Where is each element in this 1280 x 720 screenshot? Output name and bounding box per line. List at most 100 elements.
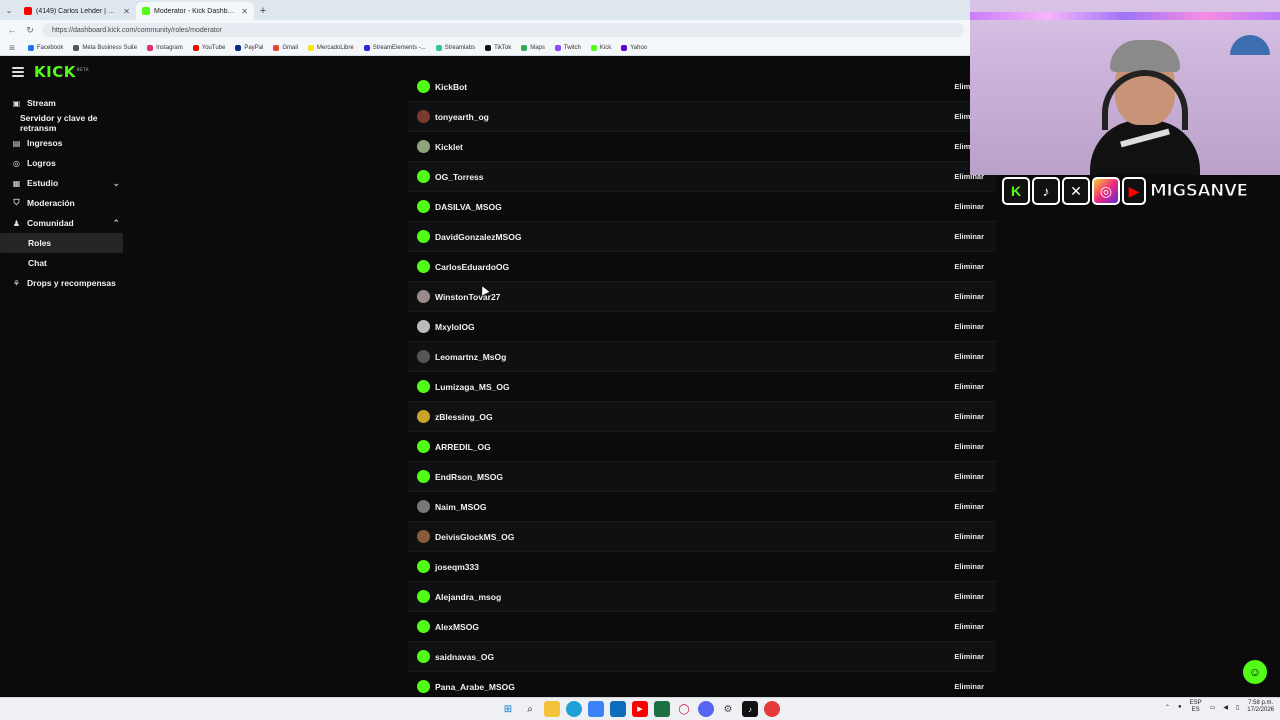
- avatar[interactable]: [417, 530, 430, 543]
- avatar[interactable]: [417, 620, 430, 633]
- sidebar-item-chat[interactable]: Chat: [0, 253, 130, 273]
- avatar[interactable]: [417, 290, 430, 303]
- remove-moderator-button[interactable]: Eliminar: [954, 592, 984, 601]
- chevron-down-icon[interactable]: ⌄: [112, 178, 120, 189]
- remove-moderator-button[interactable]: Eliminar: [954, 382, 984, 391]
- avatar[interactable]: [417, 320, 430, 333]
- bookmark-streamlabs[interactable]: Streamlabs: [435, 44, 475, 51]
- moderator-username[interactable]: tonyearth_og: [435, 112, 954, 122]
- avatar[interactable]: [417, 350, 430, 363]
- volume-icon[interactable]: ◀: [1223, 704, 1228, 711]
- moderator-username[interactable]: CarlosEduardoOG: [435, 262, 954, 272]
- microphone-icon[interactable]: ●: [1178, 704, 1182, 710]
- bookmark-gmail[interactable]: Gmail: [273, 44, 298, 51]
- tray-expand-chevron-icon[interactable]: ⌃: [1165, 704, 1170, 711]
- sidebar-item-servidor-y-clave-de-retransm[interactable]: Servidor y clave de retransm: [0, 113, 130, 133]
- sidebar-item-stream[interactable]: ▣ Stream: [0, 93, 130, 113]
- avatar[interactable]: [417, 440, 430, 453]
- remove-moderator-button[interactable]: Eliminar: [954, 532, 984, 541]
- store-icon[interactable]: [588, 701, 604, 717]
- back-arrow-icon[interactable]: ←: [6, 25, 18, 35]
- settings-gear-icon[interactable]: ⚙: [720, 701, 736, 717]
- moderator-username[interactable]: ARREDIL_OG: [435, 442, 954, 452]
- moderator-username[interactable]: saidnavas_OG: [435, 652, 954, 662]
- discord-icon[interactable]: [698, 701, 714, 717]
- bookmark-kick[interactable]: Kick: [590, 44, 611, 51]
- remove-moderator-button[interactable]: Eliminar: [954, 442, 984, 451]
- outlook-icon[interactable]: [610, 701, 626, 717]
- remove-moderator-button[interactable]: Eliminar: [954, 352, 984, 361]
- file-explorer-icon[interactable]: [544, 701, 560, 717]
- tiktok-app-icon[interactable]: ♪: [742, 701, 758, 717]
- moderator-username[interactable]: OG_Torress: [435, 172, 954, 182]
- bookmark-mercadolibre[interactable]: MercadoLibre: [308, 44, 354, 51]
- avatar[interactable]: [417, 260, 430, 273]
- browser-tab-kick-dashboard[interactable]: Moderator - Kick Dashboard ✕: [136, 2, 254, 20]
- avatar[interactable]: [417, 200, 430, 213]
- remove-moderator-button[interactable]: Eliminar: [954, 622, 984, 631]
- windows-start-icon[interactable]: ⊞: [500, 701, 516, 717]
- new-tab-button[interactable]: +: [254, 2, 272, 20]
- moderator-username[interactable]: WinstonTovar27: [435, 292, 954, 302]
- clock[interactable]: 7:58 p.m. 17/2/2026: [1247, 700, 1274, 714]
- avatar[interactable]: [417, 560, 430, 573]
- close-tab-icon[interactable]: ✕: [123, 7, 130, 16]
- avatar[interactable]: [417, 230, 430, 243]
- remove-moderator-button[interactable]: Eliminar: [954, 502, 984, 511]
- bookmark-maps[interactable]: Maps: [521, 44, 545, 51]
- remove-moderator-button[interactable]: Eliminar: [954, 322, 984, 331]
- bookmark-tiktok[interactable]: TikTok: [485, 44, 511, 51]
- bookmarks-apps-icon[interactable]: ⊞: [6, 44, 18, 52]
- browser-tab-youtube[interactable]: (4149) Carlos Lehder | CONFESIO ✕: [18, 2, 136, 20]
- tab-list-chevron-icon[interactable]: ⌄: [0, 0, 18, 20]
- moderator-username[interactable]: KickBot: [435, 82, 954, 92]
- avatar[interactable]: [417, 170, 430, 183]
- avatar[interactable]: [417, 140, 430, 153]
- moderator-username[interactable]: Pana_Arabe_MSOG: [435, 682, 954, 692]
- bookmark-streamelements[interactable]: StreamElements -...: [363, 44, 426, 51]
- network-icon[interactable]: ▭: [1210, 704, 1216, 711]
- remove-moderator-button[interactable]: Eliminar: [954, 412, 984, 421]
- close-tab-icon[interactable]: ✕: [241, 7, 248, 16]
- remove-moderator-button[interactable]: Eliminar: [954, 262, 984, 271]
- remove-moderator-button[interactable]: Eliminar: [954, 562, 984, 571]
- remove-moderator-button[interactable]: Eliminar: [954, 232, 984, 241]
- moderator-username[interactable]: DASILVA_MSOG: [435, 202, 954, 212]
- moderator-username[interactable]: Alejandra_msog: [435, 592, 954, 602]
- sidebar-item-drops-y-recompensas[interactable]: ⚘ Drops y recompensas: [0, 273, 130, 293]
- remove-moderator-button[interactable]: Eliminar: [954, 472, 984, 481]
- remove-moderator-button[interactable]: Eliminar: [954, 292, 984, 301]
- language-indicator[interactable]: ESP ES: [1190, 700, 1202, 714]
- sidebar-item-logros[interactable]: ◎ Logros: [0, 153, 130, 173]
- sidebar-item-roles[interactable]: Roles: [0, 233, 123, 253]
- avatar[interactable]: [417, 500, 430, 513]
- moderator-username[interactable]: DavidGonzalezMSOG: [435, 232, 954, 242]
- avatar[interactable]: [417, 410, 430, 423]
- bookmark-youtube[interactable]: YouTube: [192, 44, 225, 51]
- avatar[interactable]: [417, 110, 430, 123]
- avatar[interactable]: [417, 590, 430, 603]
- moderator-username[interactable]: Naim_MSOG: [435, 502, 954, 512]
- moderator-username[interactable]: zBlessing_OG: [435, 412, 954, 422]
- avatar[interactable]: [417, 680, 430, 693]
- avatar[interactable]: [417, 470, 430, 483]
- obs-icon[interactable]: [764, 701, 780, 717]
- bookmark-instagram[interactable]: Instagram: [147, 44, 183, 51]
- remove-moderator-button[interactable]: Eliminar: [954, 202, 984, 211]
- search-icon[interactable]: ⌕: [522, 701, 538, 717]
- excel-icon[interactable]: [654, 701, 670, 717]
- bookmark-twitch[interactable]: Twitch: [554, 44, 581, 51]
- moderator-username[interactable]: DeivisGlockMS_OG: [435, 532, 954, 542]
- edge-browser-icon[interactable]: [566, 701, 582, 717]
- reload-icon[interactable]: ↻: [24, 25, 36, 36]
- moderator-username[interactable]: Lumizaga_MS_OG: [435, 382, 954, 392]
- menu-icon[interactable]: [12, 67, 24, 77]
- bookmark-meta-business-suite[interactable]: Meta Business Suite: [73, 44, 137, 51]
- remove-moderator-button[interactable]: Eliminar: [954, 682, 984, 691]
- youtube-app-icon[interactable]: ▶: [632, 701, 648, 717]
- sidebar-item-comunidad[interactable]: ♟ Comunidad ⌃: [0, 213, 130, 233]
- moderator-username[interactable]: MxyloIOG: [435, 322, 954, 332]
- moderator-username[interactable]: EndRson_MSOG: [435, 472, 954, 482]
- chevron-up-icon[interactable]: ⌃: [112, 218, 120, 229]
- moderator-username[interactable]: Leomartnz_MsOg: [435, 352, 954, 362]
